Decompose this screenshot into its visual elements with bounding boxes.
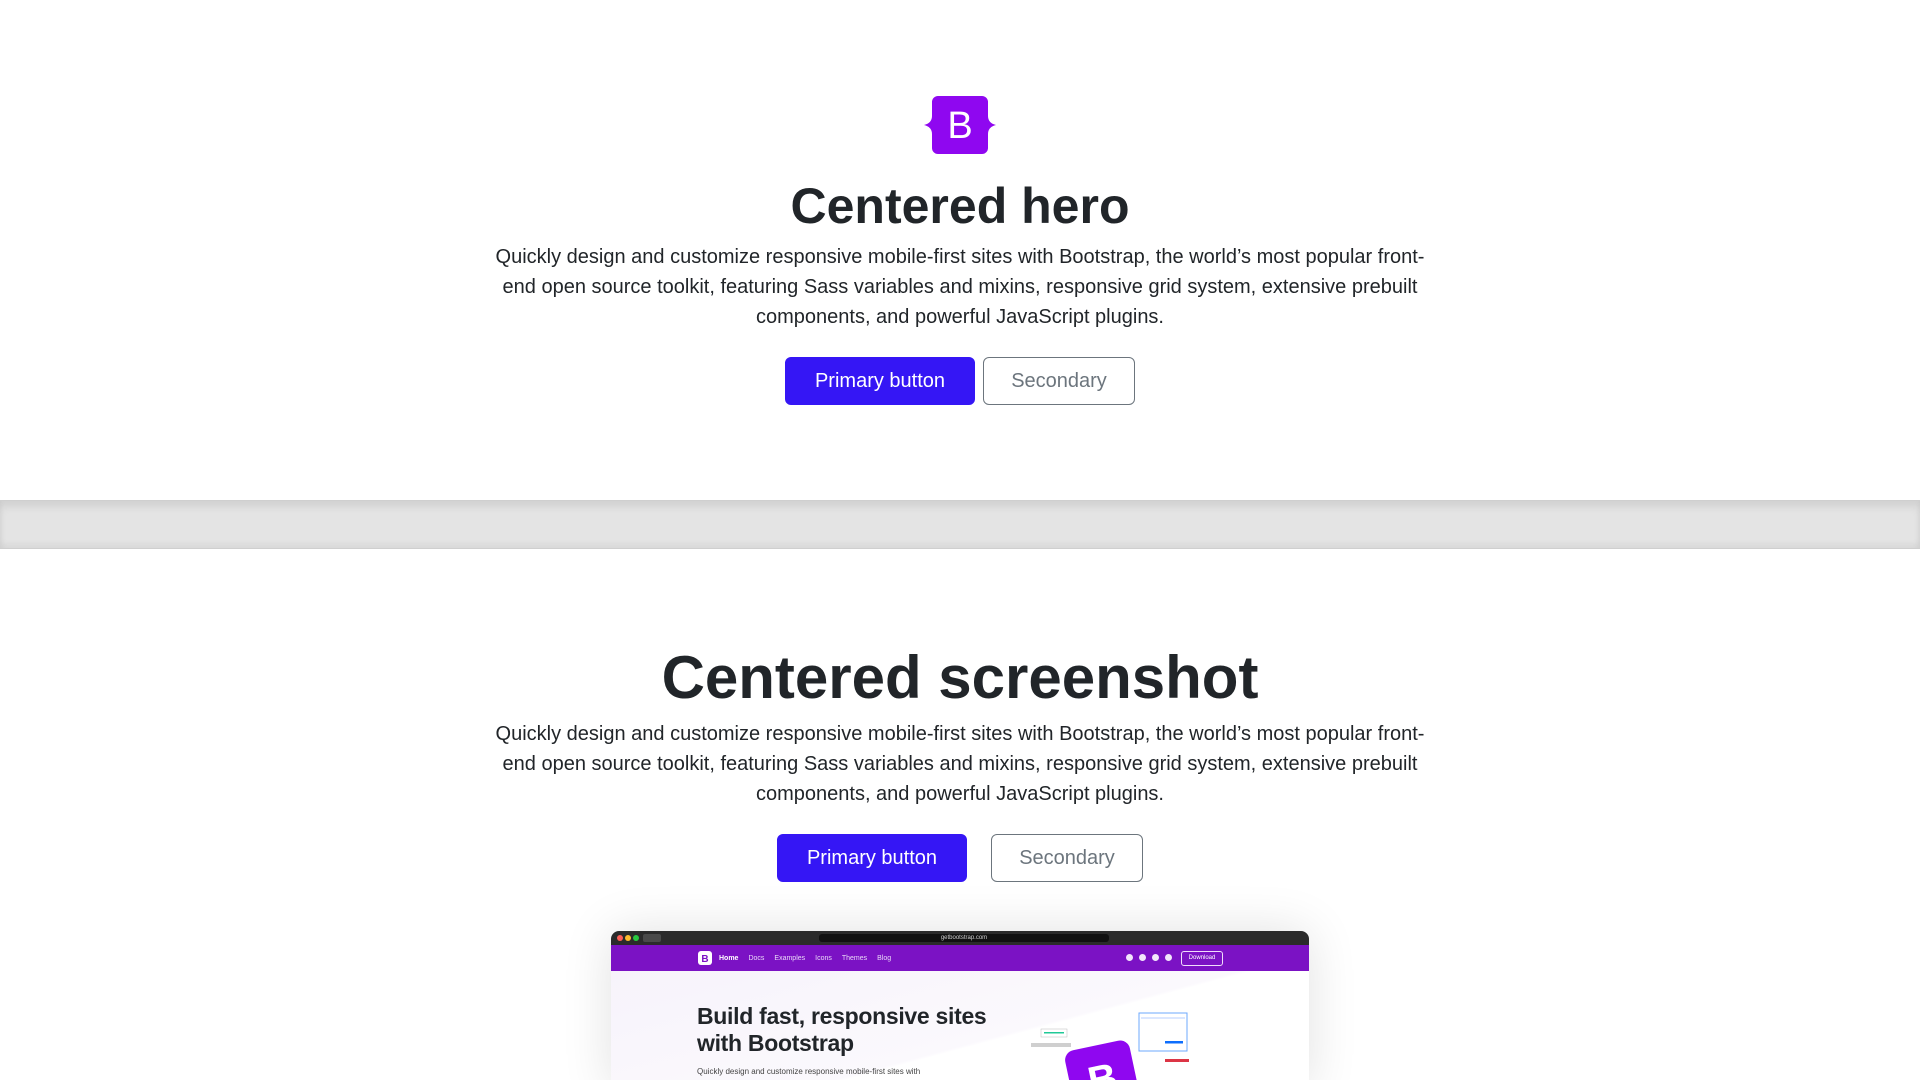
- opencollective-icon: [1152, 954, 1159, 961]
- hero-lead-text: Quickly design and customize responsive …: [495, 246, 1425, 328]
- svg-text:B: B: [701, 954, 708, 965]
- preview-hero: Build fast, responsive sites with Bootst…: [611, 971, 1309, 1080]
- preview-illustration: B: [1031, 1012, 1189, 1080]
- section-divider: [0, 500, 1920, 549]
- bootstrap-logo-icon: B: [924, 96, 996, 154]
- primary-button[interactable]: Primary button: [785, 357, 975, 405]
- browser-titlebar: getbootstrap.com: [611, 931, 1309, 945]
- close-dot-icon: [617, 935, 623, 941]
- preview-bootstrap-logo-icon: B: [698, 951, 712, 965]
- browser-url-bar: getbootstrap.com: [819, 934, 1109, 942]
- preview-download-button: Download: [1181, 951, 1223, 966]
- github-icon: [1126, 954, 1133, 961]
- preview-nav-blog: Blog: [877, 954, 892, 962]
- screenshot-hero-lead-text: Quickly design and customize responsive …: [495, 723, 1425, 805]
- preview-social-icons: [1126, 954, 1172, 961]
- preview-nav-examples: Examples: [774, 954, 806, 962]
- maximize-dot-icon: [633, 935, 639, 941]
- preview-nav-links: Home Docs Examples Icons Themes Blog: [719, 945, 891, 971]
- centered-hero-section: B Centered hero Quickly design and custo…: [0, 0, 1920, 500]
- preview-nav-themes: Themes: [841, 954, 868, 962]
- minimize-dot-icon: [625, 935, 631, 941]
- preview-navbar: B Home Docs Examples Icons Themes Blog D…: [611, 945, 1309, 971]
- twitter-icon: [1139, 954, 1146, 961]
- screenshot-secondary-button[interactable]: Secondary: [991, 834, 1143, 882]
- screenshot-hero-title: Centered screenshot: [661, 644, 1259, 711]
- bootstrap-site-screenshot: getbootstrap.com B Home Docs Examples Ic…: [611, 931, 1309, 1080]
- preview-nav-docs: Docs: [748, 954, 765, 962]
- screenshot-primary-button[interactable]: Primary button: [777, 834, 967, 882]
- theme-toggle-icon: [1165, 954, 1172, 961]
- svg-text:B: B: [947, 105, 972, 147]
- preview-nav-home: Home: [719, 954, 739, 962]
- browser-nav-controls: [643, 934, 661, 942]
- secondary-button[interactable]: Secondary: [983, 357, 1135, 405]
- preview-heading: Build fast, responsive sites with Bootst…: [697, 1003, 987, 1056]
- hero-title: Centered hero: [790, 178, 1130, 234]
- preview-body-text: Quickly design and customize responsive …: [697, 1067, 921, 1076]
- preview-nav-icons: Icons: [815, 954, 832, 962]
